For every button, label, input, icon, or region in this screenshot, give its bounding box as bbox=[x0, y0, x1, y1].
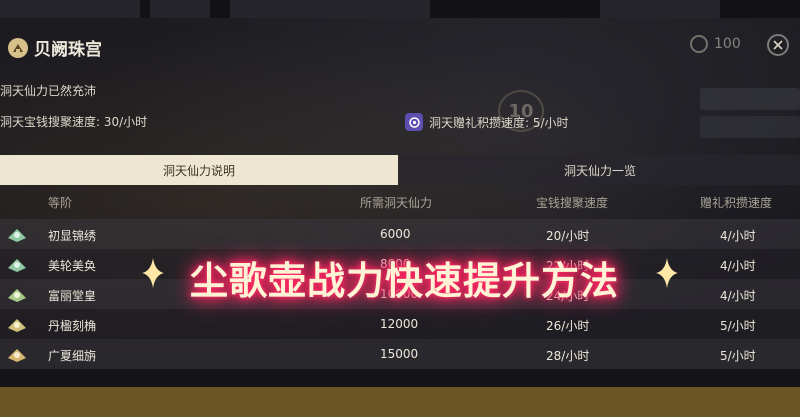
table-row[interactable]: 丹楹刻桷 12000 26/小时 5/小时 bbox=[0, 309, 800, 339]
table-row-current[interactable] bbox=[0, 387, 800, 417]
tier-name: 富丽堂皇 bbox=[48, 289, 97, 303]
coin-rate-text: 洞天宝钱搜聚速度: 30/小时 bbox=[0, 115, 148, 129]
tier-name: 美轮美奂 bbox=[48, 259, 97, 273]
table-row[interactable]: 初显锦绣 6000 20/小时 4/小时 bbox=[0, 219, 800, 249]
gift-rate-cell: 4/小时 bbox=[720, 259, 756, 273]
top-stripe bbox=[0, 0, 800, 18]
close-icon bbox=[773, 40, 783, 50]
table-header: 等阶 所需洞天仙力 宝钱搜聚速度 赠礼积攒速度 bbox=[0, 187, 800, 215]
tab-energy-overview[interactable]: 洞天仙力一览 bbox=[400, 155, 800, 185]
side-panel-hint-2 bbox=[700, 116, 800, 138]
currency-value: 100 bbox=[714, 36, 741, 52]
gift-icon bbox=[405, 113, 423, 131]
sparkle-icon bbox=[142, 258, 164, 288]
sparkle-icon bbox=[656, 258, 678, 288]
required-energy: 15000 bbox=[380, 347, 419, 361]
coin-rate: 26/小时 bbox=[546, 319, 590, 333]
tier-icon bbox=[8, 229, 26, 242]
coin-rate: 28/小时 bbox=[546, 349, 590, 363]
tier-name: 丹楹刻桷 bbox=[48, 319, 97, 333]
side-panel-hint bbox=[700, 88, 800, 110]
header-tier: 等阶 bbox=[48, 196, 73, 210]
gift-rate-cell: 5/小时 bbox=[720, 349, 756, 363]
tier-name: 广夏细旃 bbox=[48, 349, 97, 363]
required-energy: 12000 bbox=[380, 317, 419, 331]
tier-icon bbox=[8, 259, 26, 272]
currency-display: 100 bbox=[690, 35, 741, 53]
energy-status: 洞天仙力已然充沛 bbox=[0, 84, 97, 98]
gift-rate-cell: 4/小时 bbox=[720, 229, 756, 243]
required-energy: 6000 bbox=[380, 227, 411, 241]
tab-bar: 洞天仙力说明 洞天仙力一览 bbox=[0, 155, 800, 185]
gift-rate: 洞天赠礼积攒速度: 5/小时 bbox=[405, 113, 569, 131]
tab-energy-info[interactable]: 洞天仙力说明 bbox=[0, 155, 398, 185]
overlay-headline: 尘歌壶战力快速提升方法 bbox=[190, 259, 620, 303]
tier-icon bbox=[8, 319, 26, 332]
header-coin-rate: 宝钱搜聚速度 bbox=[536, 196, 609, 210]
coin-rate: 20/小时 bbox=[546, 229, 590, 243]
header-gift-rate: 赠礼积攒速度 bbox=[700, 196, 773, 210]
top-bar: 贝阙珠宫 100 bbox=[0, 0, 800, 72]
tier-icon bbox=[8, 289, 26, 302]
close-button[interactable] bbox=[767, 34, 789, 56]
page-title: 贝阙珠宫 bbox=[34, 40, 102, 60]
gift-rate-cell: 5/小时 bbox=[720, 319, 756, 333]
realm-icon bbox=[8, 38, 28, 58]
header-required: 所需洞天仙力 bbox=[360, 196, 433, 210]
tier-name: 初显锦绣 bbox=[48, 229, 97, 243]
table-row[interactable]: 广夏细旃 15000 28/小时 5/小时 bbox=[0, 339, 800, 369]
gift-rate-cell: 4/小时 bbox=[720, 289, 756, 303]
gift-rate-text: 洞天赠礼积攒速度: 5/小时 bbox=[429, 115, 569, 130]
coin-icon bbox=[690, 35, 708, 53]
tier-icon bbox=[8, 349, 26, 362]
